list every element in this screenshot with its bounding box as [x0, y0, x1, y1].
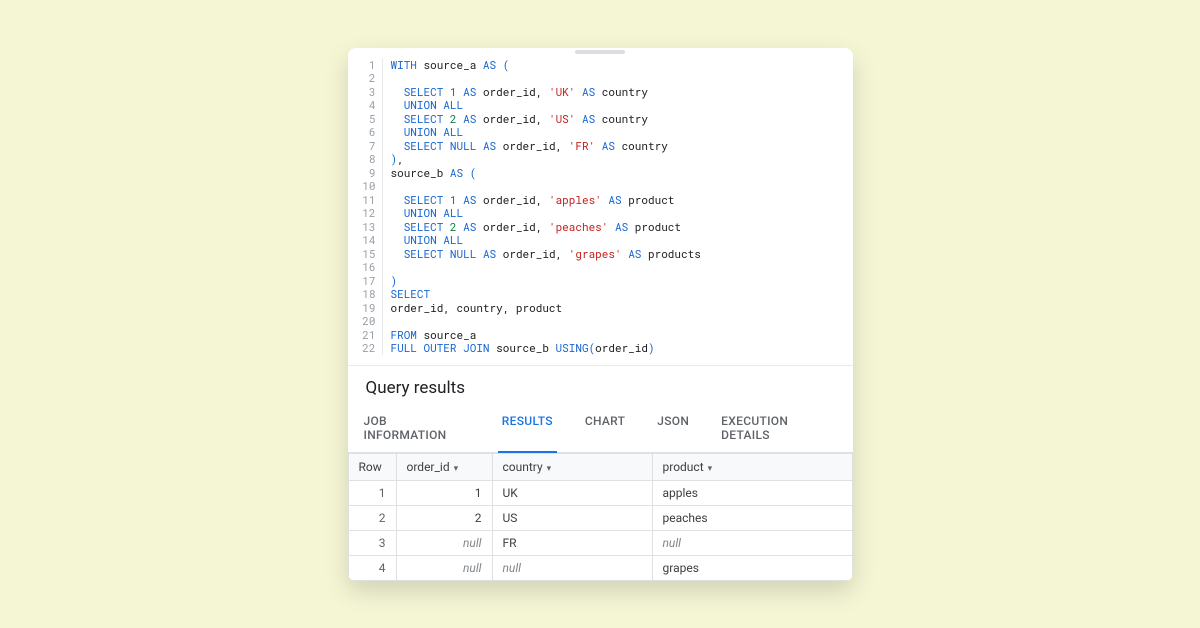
col-header-order_id[interactable]: order_id▾: [396, 453, 492, 480]
tab-results[interactable]: RESULTS: [498, 404, 557, 453]
table-row[interactable]: 11UKapples: [348, 480, 852, 505]
sql-editor[interactable]: 12345678910111213141516171819202122 WITH…: [348, 52, 853, 365]
cell-order_id: null: [396, 530, 492, 555]
tab-execution-details[interactable]: EXECUTION DETAILS: [717, 404, 840, 452]
table-row[interactable]: 4nullnullgrapes: [348, 555, 852, 580]
table-row[interactable]: 22USpeaches: [348, 505, 852, 530]
cell-order_id: null: [396, 555, 492, 580]
query-panel: 12345678910111213141516171819202122 WITH…: [348, 48, 853, 581]
cell-product: null: [652, 530, 852, 555]
cell-row: 1: [348, 480, 396, 505]
cell-product: grapes: [652, 555, 852, 580]
cell-country: US: [492, 505, 652, 530]
cell-order_id: 1: [396, 480, 492, 505]
cell-product: apples: [652, 480, 852, 505]
table-header-row: Roworder_id▾country▾product▾: [348, 453, 852, 480]
line-gutter: 12345678910111213141516171819202122: [348, 58, 382, 355]
col-header-product[interactable]: product▾: [652, 453, 852, 480]
tab-job-information[interactable]: JOB INFORMATION: [360, 404, 474, 452]
cell-row: 4: [348, 555, 396, 580]
tab-json[interactable]: JSON: [653, 404, 693, 452]
cell-row: 2: [348, 505, 396, 530]
results-tabs: JOB INFORMATION RESULTS CHART JSON EXECUTION…: [348, 404, 853, 453]
results-table: Roworder_id▾country▾product▾ 11UKapples2…: [348, 453, 853, 581]
code-area[interactable]: WITH source_a AS ( SELECT 1 AS order_id,…: [382, 58, 853, 355]
results-header: Query results: [348, 365, 853, 404]
table-row[interactable]: 3nullFRnull: [348, 530, 852, 555]
tab-chart[interactable]: CHART: [581, 404, 629, 452]
col-header-country[interactable]: country▾: [492, 453, 652, 480]
cell-row: 3: [348, 530, 396, 555]
sort-icon[interactable]: ▾: [547, 464, 552, 474]
cell-product: peaches: [652, 505, 852, 530]
cell-order_id: 2: [396, 505, 492, 530]
sort-icon[interactable]: ▾: [454, 464, 459, 474]
cell-country: FR: [492, 530, 652, 555]
sort-icon[interactable]: ▾: [708, 464, 713, 474]
col-header-row[interactable]: Row: [348, 453, 396, 480]
table-body: 11UKapples22USpeaches3nullFRnull4nullnul…: [348, 480, 852, 580]
results-title: Query results: [366, 378, 835, 398]
cell-country: null: [492, 555, 652, 580]
cell-country: UK: [492, 480, 652, 505]
drag-handle[interactable]: [575, 50, 625, 54]
